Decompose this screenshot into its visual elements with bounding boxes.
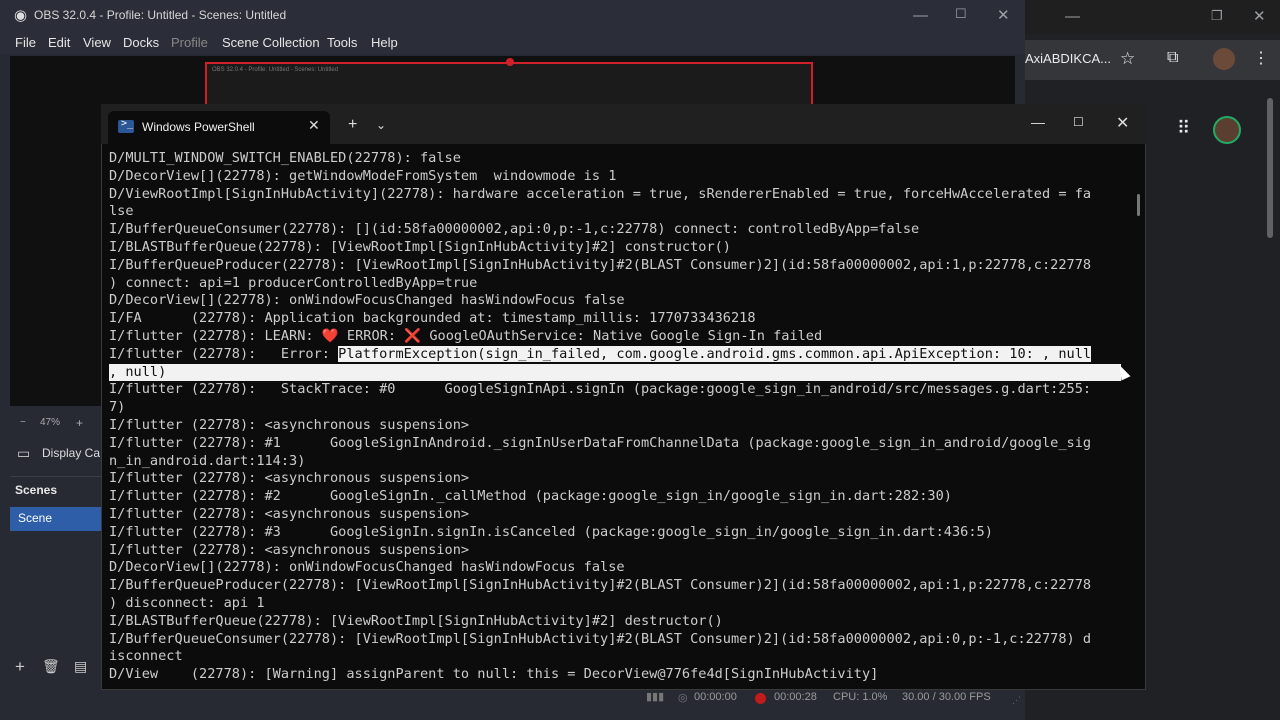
minimize-icon[interactable]: — [913, 7, 928, 24]
filter-icon[interactable]: ▤ [74, 658, 87, 675]
selected-text-wrap[interactable]: , null) [109, 363, 1121, 382]
minimize-icon[interactable]: — [1065, 8, 1080, 25]
signal-icon: ▮▮▮ [646, 691, 665, 703]
learn-prefix: I/flutter (22778): LEARN: [109, 327, 322, 344]
menu-edit[interactable]: Edit [48, 35, 70, 50]
scene-name: Scene [18, 511, 53, 525]
close-icon[interactable]: ✕ [1116, 113, 1129, 133]
menu-scene-collection[interactable]: Scene Collection [222, 35, 320, 50]
log-line: D/View (22778): [Warning] assignParent t… [109, 666, 879, 683]
trash-icon[interactable]: 🗑 [42, 658, 60, 675]
browser-titlebar [1025, 0, 1280, 34]
avatar[interactable] [1213, 48, 1235, 70]
log-line: D/DecorView[](22778): getWindowModeFromS… [109, 167, 617, 184]
cpu-usage: CPU: 1.0% [833, 691, 888, 703]
log-line-error-wrap: , null) [109, 363, 1124, 382]
log-line-error: I/flutter (22778): Error: PlatformExcept… [109, 345, 1124, 364]
close-icon[interactable]: ✕ [1253, 7, 1266, 25]
menu-view[interactable]: View [83, 35, 111, 50]
powershell-icon: >_ [118, 118, 134, 133]
heart-icon: ❤️ [321, 327, 339, 344]
zoom-minus-icon[interactable]: − [20, 417, 26, 428]
chevron-down-icon[interactable]: ⌄ [376, 118, 386, 132]
add-icon[interactable]: + [15, 657, 25, 677]
log-line: I/flutter (22778): <asynchronous suspens… [109, 416, 470, 433]
preview-handle[interactable] [506, 58, 514, 66]
close-icon[interactable]: ✕ [997, 6, 1010, 24]
log-line-learn-error: I/flutter (22778): LEARN: ❤️ ERROR: ❌ Go… [109, 328, 1124, 346]
log-line: I/BLASTBufferQueue(22778): [ViewRootImpl… [109, 238, 731, 255]
profile-avatar[interactable] [1213, 116, 1241, 144]
source-display-capture[interactable]: Display Ca [42, 446, 100, 460]
fps-counter: 30.00 / 30.00 FPS [902, 691, 991, 703]
menu-docks[interactable]: Docks [123, 35, 159, 50]
selected-text[interactable]: PlatformException(sign_in_failed, com.go… [338, 345, 1092, 362]
log-line: I/BufferQueueProducer(22778): [ViewRootI… [109, 577, 1092, 594]
stream-time: 00:00:00 [694, 691, 737, 703]
tab-title: Windows PowerShell [142, 120, 255, 134]
log-line: I/flutter (22778): <asynchronous suspens… [109, 505, 470, 522]
tab-close-icon[interactable]: ✕ [308, 117, 320, 134]
zoom-level: 47% [40, 417, 61, 428]
browser-scrollbar[interactable] [1267, 98, 1273, 238]
log-line: I/BLASTBufferQueue(22778): [ViewRootImpl… [109, 612, 723, 629]
log-line: ) connect: api=1 producerControlledByApp… [109, 274, 478, 291]
log-line: ) disconnect: api 1 [109, 594, 265, 611]
zoom-plus-icon[interactable]: + [76, 416, 83, 430]
preview-mini-title: OBS 32.0.4 - Profile: Untitled - Scenes:… [212, 67, 339, 73]
learn-suffix: GoogleOAuthService: Native Google Sign-I… [421, 327, 823, 344]
log-line: I/flutter (22778): <asynchronous suspens… [109, 470, 470, 487]
recording-icon [755, 693, 766, 704]
stream-icon: ◎ [678, 692, 688, 704]
menu-profile[interactable]: Profile [171, 35, 208, 50]
log-line: D/DecorView[](22778): onWindowFocusChang… [109, 292, 625, 309]
log-line: I/BufferQueueConsumer(22778): [](id:58fa… [109, 221, 920, 238]
log-line: D/MULTI_WINDOW_SWITCH_ENABLED(22778): fa… [109, 150, 461, 166]
obs-title: OBS 32.0.4 - Profile: Untitled - Scenes:… [34, 8, 287, 22]
apps-grid-icon[interactable]: ⠿ [1177, 118, 1190, 139]
log-line: D/DecorView[](22778): onWindowFocusChang… [109, 559, 625, 576]
log-line: I/FA (22778): Application backgrounded a… [109, 310, 756, 327]
recording-time: 00:00:28 [774, 691, 817, 703]
log-line: n_in_android.dart:114:3) [109, 452, 306, 469]
menu-help[interactable]: Help [371, 35, 398, 50]
extensions-icon[interactable]: ⧉ [1167, 49, 1178, 67]
bookmark-star-icon[interactable]: ☆ [1120, 49, 1135, 69]
menu-file[interactable]: File [15, 35, 36, 50]
restore-icon[interactable]: ❐ [1211, 8, 1223, 24]
log-line: D/ViewRootImpl[SignInHubActivity](22778)… [109, 185, 1092, 202]
learn-mid: ERROR: [338, 327, 405, 344]
preview-source-bounds[interactable]: OBS 32.0.4 - Profile: Untitled - Scenes:… [205, 62, 813, 106]
log-line: I/flutter (22778): #2 GoogleSignIn._call… [109, 488, 952, 505]
log-line: I/flutter (22778): StackTrace: #0 Google… [109, 381, 1092, 398]
log-line: I/BufferQueueProducer(22778): [ViewRootI… [109, 256, 1092, 273]
cross-icon: ❌ [404, 327, 422, 344]
monitor-icon: ▭ [17, 445, 31, 461]
log-line: I/flutter (22778): #1 GoogleSignInAndroi… [109, 434, 1092, 451]
scenes-dock-title: Scenes [15, 483, 58, 497]
log-line: I/flutter (22778): #3 GoogleSignIn.signI… [109, 523, 993, 540]
error-prefix: I/flutter (22778): Error: [109, 345, 339, 362]
maximize-icon[interactable]: ☐ [1073, 115, 1084, 129]
minimize-icon[interactable]: — [1031, 114, 1045, 130]
menu-tools[interactable]: Tools [327, 35, 357, 50]
maximize-icon[interactable]: ☐ [955, 6, 967, 22]
more-menu-icon[interactable]: ⋮ [1253, 48, 1269, 68]
new-tab-icon[interactable]: + [348, 116, 357, 134]
log-line: I/flutter (22778): <asynchronous suspens… [109, 541, 470, 558]
terminal-scrollbar[interactable] [1137, 194, 1140, 216]
log-line: 7) [109, 399, 126, 416]
log-line: lse [109, 203, 134, 220]
log-line: isconnect [109, 648, 183, 665]
obs-logo-icon: ◉ [14, 7, 28, 24]
terminal-output[interactable]: D/MULTI_WINDOW_SWITCH_ENABLED(22778): fa… [109, 150, 1124, 685]
log-line: I/BufferQueueConsumer(22778): [ViewRootI… [109, 630, 1092, 647]
divider [10, 476, 102, 477]
resize-grip-icon[interactable]: ⋰ [1012, 695, 1021, 706]
address-bar[interactable]: AxiABDIKCA... [1025, 51, 1111, 66]
